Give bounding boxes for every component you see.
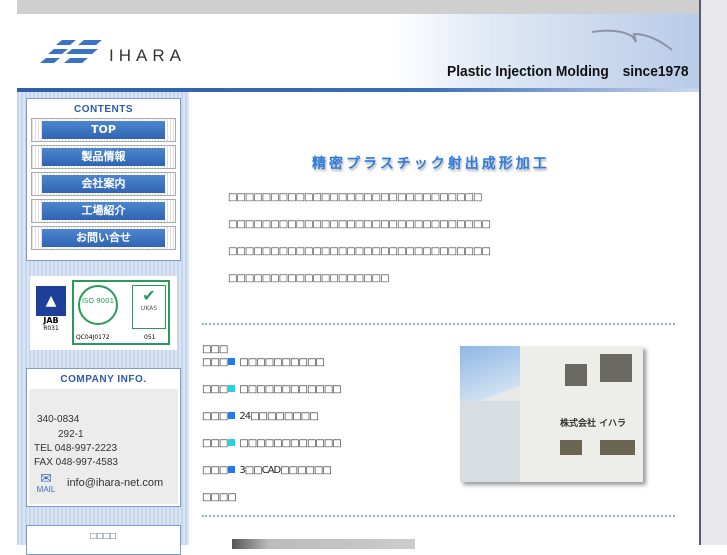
nav-label: 工場紹介 bbox=[42, 202, 165, 220]
dotted-divider bbox=[202, 515, 675, 517]
logo-text: IHARA bbox=[109, 46, 186, 65]
feature-item: □□□ □□□□□□□□□□ bbox=[202, 357, 325, 368]
jab-logo: ▲ JAB R031 bbox=[36, 286, 66, 336]
iso-ukas-logo: ISO 9001 QC04J0172 ✔ UKAS 051 bbox=[72, 280, 170, 345]
top-bar bbox=[17, 0, 699, 14]
logo-mark-icon bbox=[37, 38, 103, 66]
bullet-square-icon bbox=[228, 466, 236, 473]
company-zip: 340-0834 bbox=[37, 414, 80, 425]
sidebar: CONTENTS TOP 製品情報 会社案内 工場紹介 お問い合せ ▲ JAB R… bbox=[17, 92, 189, 555]
header: IHARA Plastic Injection Molding since197… bbox=[17, 14, 699, 88]
bullet-square-icon bbox=[228, 439, 236, 446]
company-title: COMPANY INFO. bbox=[60, 374, 147, 385]
nav-factory[interactable]: 工場紹介 bbox=[31, 199, 176, 223]
bullet-square-icon bbox=[228, 385, 236, 392]
company-info: COMPANY INFO. 340-0834 292-1 TEL 048-997… bbox=[26, 368, 181, 507]
mail-icon[interactable]: ✉ MAIL bbox=[34, 471, 58, 494]
company-tel: TEL 048-997-2223 bbox=[34, 443, 118, 454]
bullet-square-icon bbox=[228, 412, 236, 419]
product-photo bbox=[232, 539, 415, 549]
scrollbar[interactable] bbox=[699, 0, 727, 545]
intro-line: □□□□□□□□□□□□□□□□□□□□□□□□□□□□□□□ bbox=[228, 246, 491, 257]
nav-products[interactable]: 製品情報 bbox=[31, 145, 176, 169]
feature-item: □□□ 3□□CAD□□□□□□ bbox=[202, 465, 332, 476]
certification-logos: ▲ JAB R031 ISO 9001 QC04J0172 ✔ UKAS 051 bbox=[30, 276, 177, 350]
nav-label: 会社案内 bbox=[42, 175, 165, 193]
seagull-icon bbox=[592, 29, 672, 51]
intro-line: □□□□□□□□□□□□□□□□□□□ bbox=[228, 273, 390, 284]
dotted-divider bbox=[202, 323, 675, 325]
bullet-square-icon bbox=[228, 358, 236, 365]
nav-label: お問い合せ bbox=[42, 229, 165, 247]
main-content: 精密プラスチック射出成形加工 □□□□□□□□□□□□□□□□□□□□□□□□□… bbox=[190, 92, 699, 549]
bottom-title: □□□□ bbox=[90, 531, 117, 542]
bottom-box: □□□□ bbox=[26, 525, 181, 555]
nav-contact[interactable]: お問い合せ bbox=[31, 226, 176, 250]
company-address: 292-1 bbox=[58, 429, 84, 440]
factory-photo: 株式会社 イハラ bbox=[460, 346, 643, 482]
tagline: Plastic Injection Molding since1978 bbox=[447, 63, 689, 80]
intro-line: □□□□□□□□□□□□□□□□□□□□□□□□□□□□□□ bbox=[228, 192, 482, 203]
company-email[interactable]: info@ihara-net.com bbox=[67, 477, 163, 489]
feature-item: □□□ □□□□□□□□□□□□ bbox=[202, 438, 342, 449]
nav-company[interactable]: 会社案内 bbox=[31, 172, 176, 196]
nav-top[interactable]: TOP bbox=[31, 118, 176, 142]
contents-menu: CONTENTS TOP 製品情報 会社案内 工場紹介 お問い合せ bbox=[26, 98, 181, 261]
feature-item: □□□ 24□□□□□□□□ bbox=[202, 411, 319, 422]
features-title: □□□ bbox=[202, 344, 228, 355]
features-footer: □□□□ bbox=[202, 492, 237, 503]
company-fax: FAX 048-997-4583 bbox=[34, 457, 118, 468]
nav-label: 製品情報 bbox=[42, 148, 165, 166]
page-title: 精密プラスチック射出成形加工 bbox=[312, 156, 550, 172]
intro-line: □□□□□□□□□□□□□□□□□□□□□□□□□□□□□□□ bbox=[228, 219, 491, 230]
contents-title: CONTENTS bbox=[74, 104, 133, 115]
feature-item: □□□ □□□□□□□□□□□□ bbox=[202, 384, 342, 395]
logo[interactable]: IHARA bbox=[37, 38, 186, 66]
nav-label: TOP bbox=[42, 121, 165, 139]
